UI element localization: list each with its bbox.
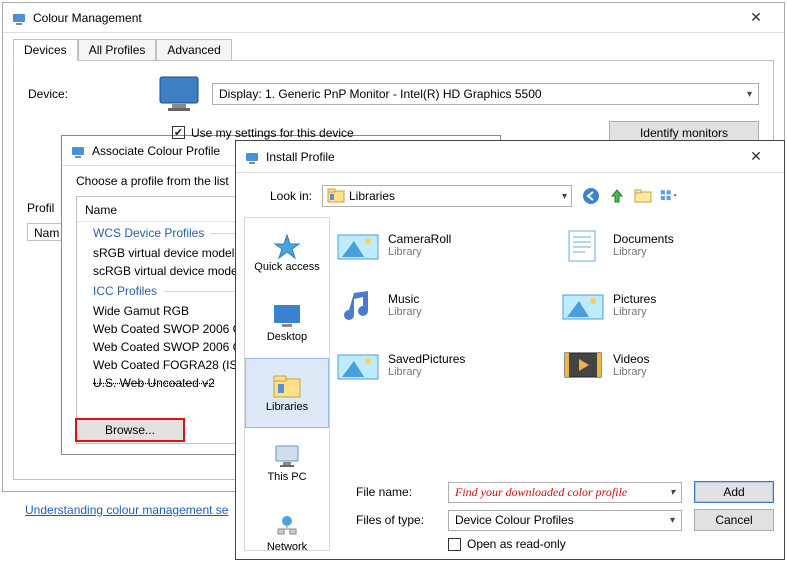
device-select[interactable]: Display: 1. Generic PnP Monitor - Intel(…	[212, 83, 759, 105]
cancel-button[interactable]: Cancel	[694, 509, 774, 531]
filename-input[interactable]: Find your downloaded color profile ▾	[448, 482, 682, 503]
libraries-icon	[327, 188, 345, 204]
close-icon[interactable]: ✕	[736, 9, 776, 26]
places-bar: Quick access Desktop Libraries This PC N…	[244, 217, 330, 551]
colour-icon	[11, 10, 27, 26]
use-settings-checkbox[interactable]: ✔	[172, 126, 185, 139]
titlebar: Colour Management ✕	[3, 3, 784, 33]
browse-button[interactable]: Browse...	[75, 418, 185, 442]
lookin-value: Libraries	[349, 189, 562, 203]
tab-devices[interactable]: Devices	[13, 39, 78, 61]
open-readonly-label: Open as read-only	[467, 537, 566, 551]
filetype-select[interactable]: Device Colour Profiles ▾	[448, 510, 682, 531]
chevron-down-icon: ▾	[670, 515, 675, 526]
tab-advanced[interactable]: Advanced	[156, 39, 231, 61]
device-label: Device:	[28, 87, 158, 101]
place-network[interactable]: Network	[245, 498, 329, 568]
filetype-label: Files of type:	[356, 513, 448, 527]
window-title: Colour Management	[33, 11, 736, 25]
lib-music[interactable]: MusicLibrary	[336, 277, 551, 333]
lookin-label: Look in:	[244, 189, 322, 203]
place-desktop[interactable]: Desktop	[245, 288, 329, 358]
back-icon[interactable]	[582, 187, 600, 205]
install-profile-window: Install Profile ✕ Look in: Libraries ▾	[235, 140, 785, 560]
filename-label: File name:	[356, 485, 448, 499]
lib-pictures[interactable]: PicturesLibrary	[561, 277, 776, 333]
new-folder-icon[interactable]	[634, 187, 652, 205]
add-button[interactable]: Add	[694, 481, 774, 503]
place-quick-access[interactable]: Quick access	[245, 218, 329, 288]
close-icon[interactable]: ✕	[736, 148, 776, 165]
file-area: CameraRollLibrary DocumentsLibrary Music…	[336, 217, 776, 417]
place-libraries[interactable]: Libraries	[245, 358, 329, 428]
up-icon[interactable]	[608, 187, 626, 205]
chevron-down-icon: ▾	[747, 89, 752, 100]
tabs: Devices All Profiles Advanced	[13, 39, 784, 61]
device-value: Display: 1. Generic PnP Monitor - Intel(…	[219, 87, 542, 101]
view-menu-icon[interactable]	[660, 187, 678, 205]
titlebar: Install Profile ✕	[236, 141, 784, 173]
open-readonly-checkbox[interactable]: ✔	[448, 538, 461, 551]
window-title: Install Profile	[266, 150, 736, 164]
tab-all-profiles[interactable]: All Profiles	[78, 39, 157, 61]
understanding-link[interactable]: Understanding colour management se	[25, 503, 228, 517]
lib-documents[interactable]: DocumentsLibrary	[561, 217, 776, 273]
use-settings-label: Use my settings for this device	[191, 126, 354, 140]
lib-cameraroll[interactable]: CameraRollLibrary	[336, 217, 551, 273]
place-this-pc[interactable]: This PC	[245, 428, 329, 498]
lib-savedpictures[interactable]: SavedPicturesLibrary	[336, 337, 551, 393]
colour-icon	[244, 149, 260, 165]
chevron-down-icon: ▾	[562, 191, 567, 202]
chevron-down-icon: ▾	[670, 487, 675, 498]
monitor-icon	[158, 75, 200, 113]
lib-videos[interactable]: VideosLibrary	[561, 337, 776, 393]
lookin-select[interactable]: Libraries ▾	[322, 185, 572, 207]
